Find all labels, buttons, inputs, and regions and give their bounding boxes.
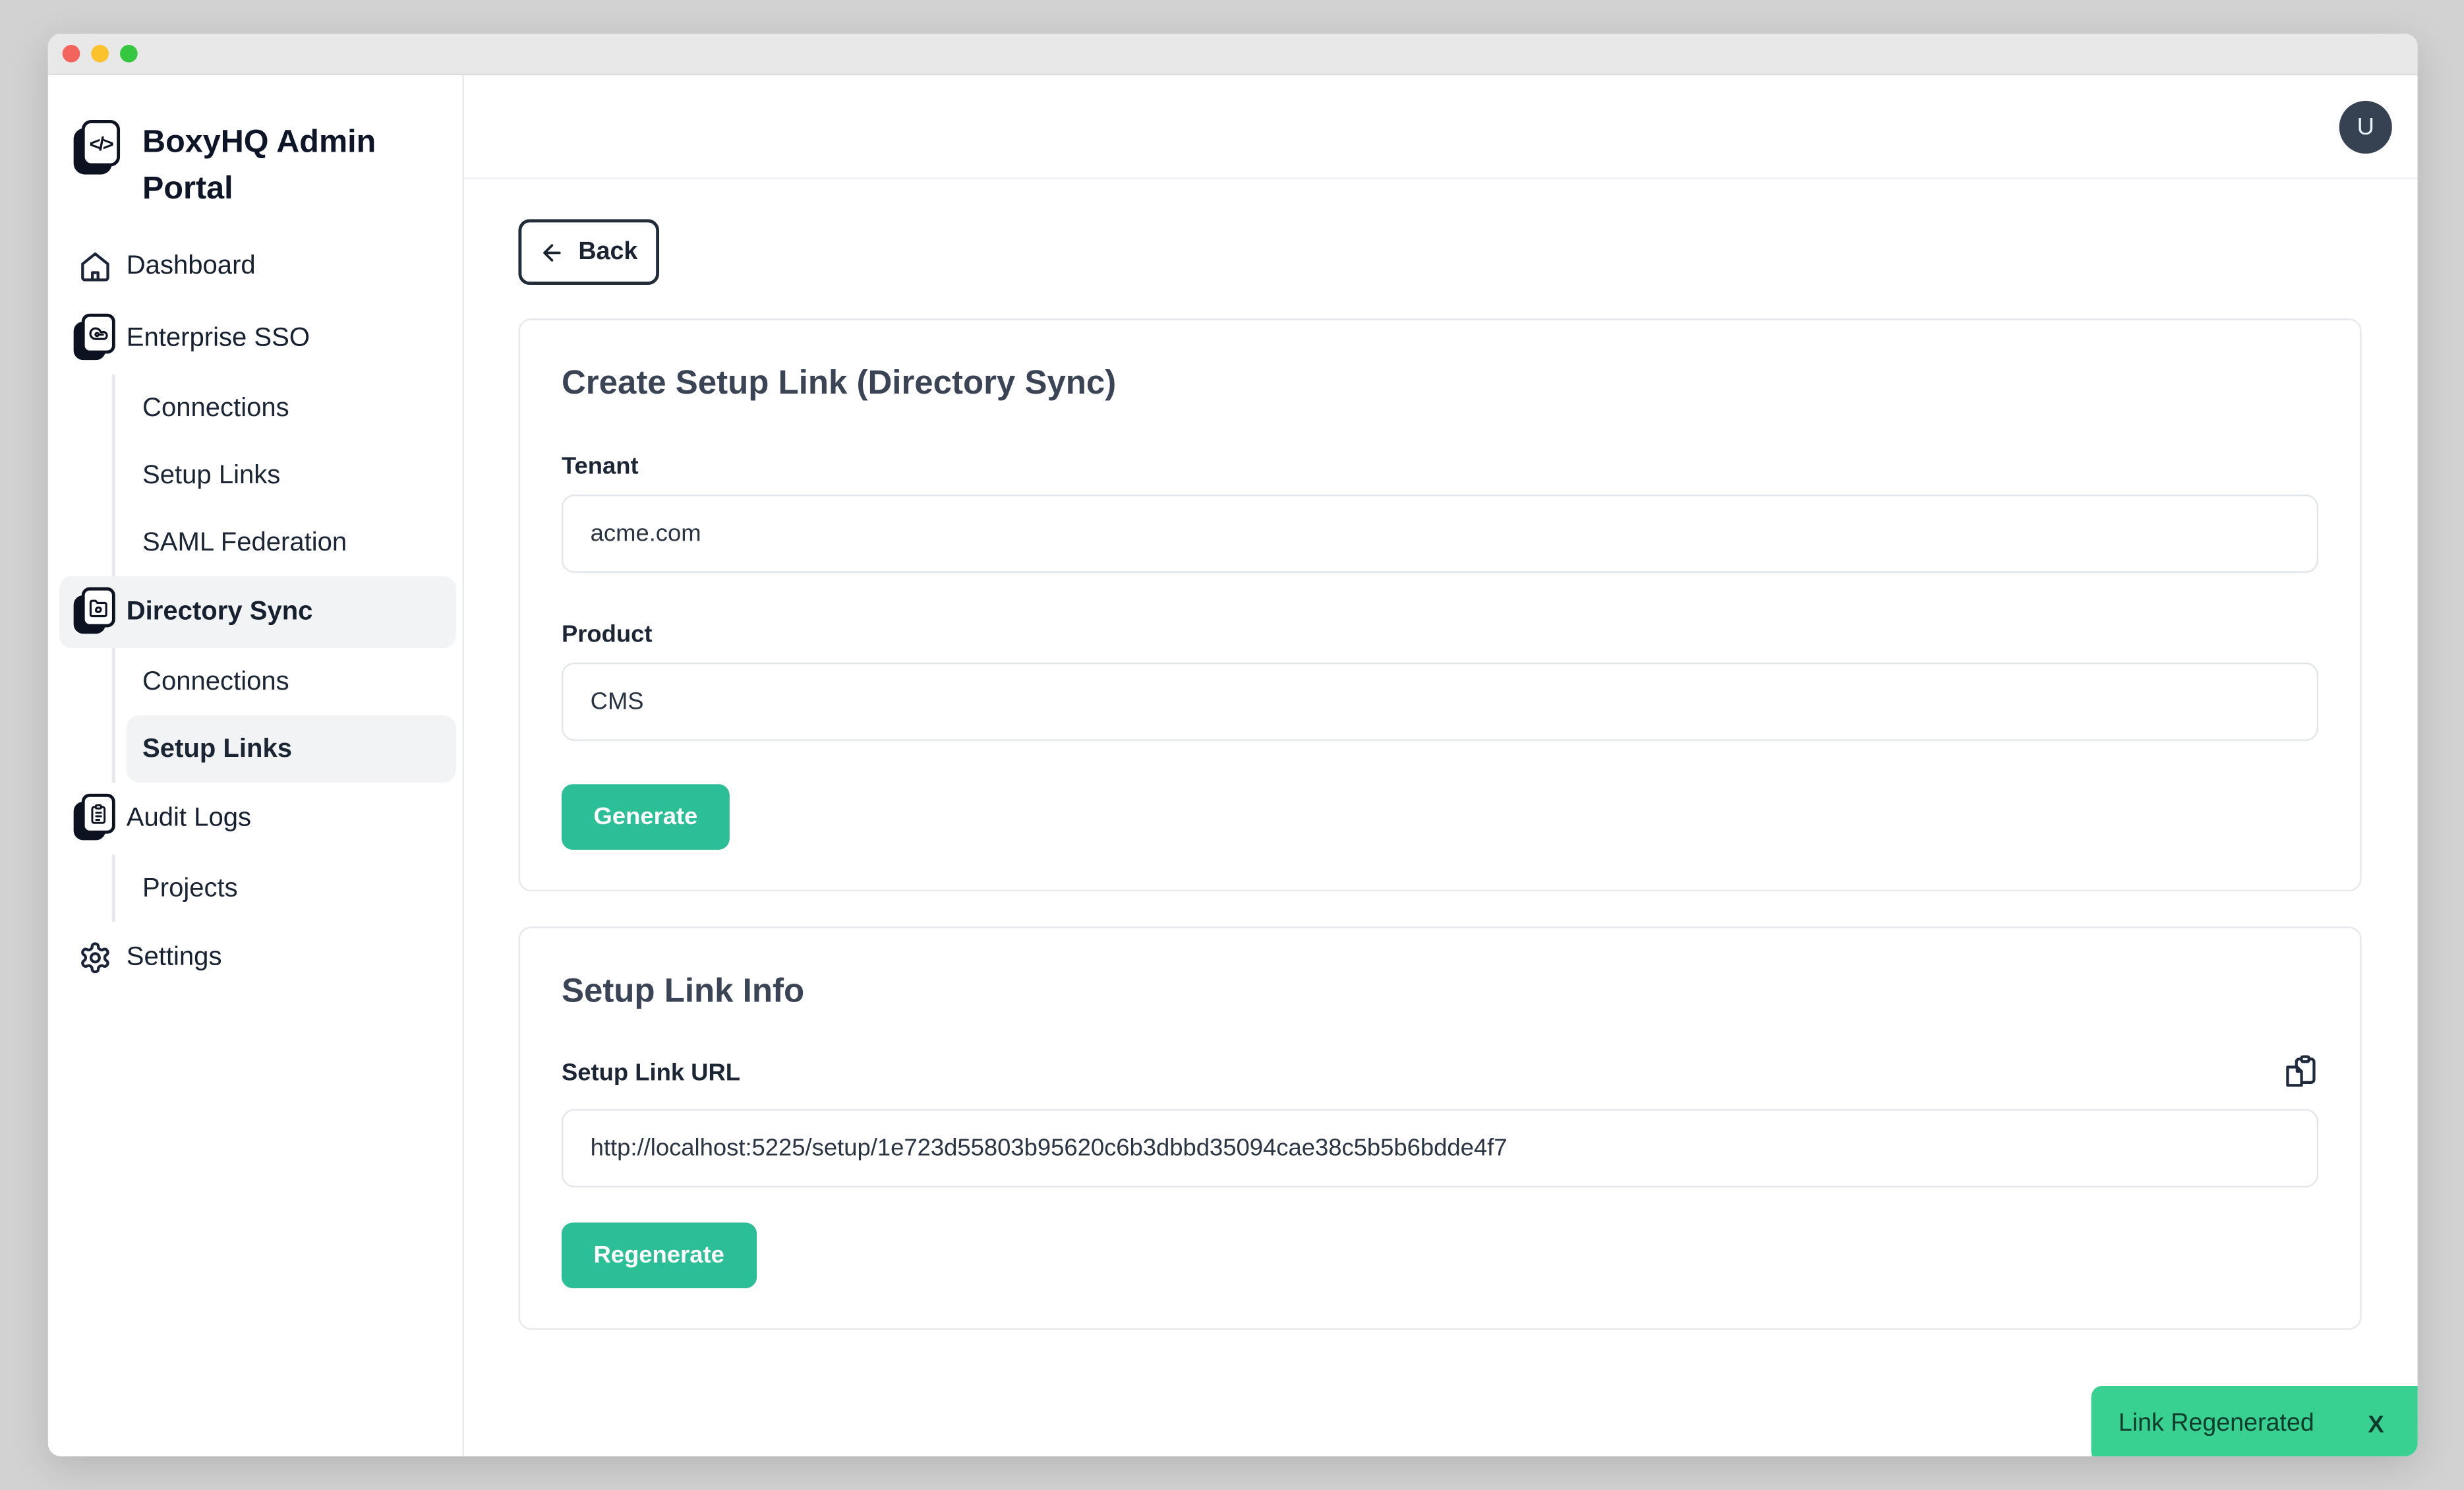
sidebar-item-saml-federation[interactable]: SAML Federation — [127, 509, 456, 576]
page-content: Back Create Setup Link (Directory Sync) … — [464, 179, 2418, 1330]
toast-close-button[interactable]: X — [2368, 1411, 2384, 1438]
copy-to-clipboard-icon[interactable] — [2283, 1055, 2318, 1090]
enterprise-sso-subnav: Connections Setup Links SAML Federation — [112, 374, 463, 576]
close-window-icon[interactable] — [63, 45, 80, 63]
arrow-left-icon — [540, 239, 566, 265]
toast-notification: Link Regenerated X — [2091, 1386, 2417, 1456]
product-input[interactable] — [562, 663, 2318, 741]
tenant-label: Tenant — [562, 453, 2318, 480]
sidebar-item-settings[interactable]: Settings — [59, 922, 456, 994]
sidebar: </> BoxyHQ Admin Portal — [48, 75, 464, 1456]
generate-button[interactable]: Generate — [562, 784, 730, 850]
brand-name: BoxyHQ Admin Portal — [142, 120, 376, 213]
sidebar-item-sso-setup-links[interactable]: Setup Links — [127, 442, 456, 509]
desktop-background: </> BoxyHQ Admin Portal — [0, 0, 2464, 1490]
gear-icon — [77, 941, 112, 974]
brand: </> BoxyHQ Admin Portal — [74, 120, 440, 213]
sidebar-item-sso-connections[interactable]: Connections — [127, 374, 456, 442]
audit-logs-subnav: Projects — [112, 854, 463, 922]
card-title: Create Setup Link (Directory Sync) — [562, 365, 2318, 403]
top-header: U — [464, 75, 2418, 179]
sidebar-item-projects[interactable]: Projects — [127, 854, 456, 922]
user-avatar[interactable]: U — [2339, 100, 2392, 153]
sidebar-item-dsync-connections[interactable]: Connections — [127, 648, 456, 715]
setup-link-info-card: Setup Link Info Setup Link URL — [518, 926, 2361, 1330]
sidebar-item-dashboard[interactable]: Dashboard — [59, 231, 456, 303]
back-label: Back — [578, 237, 637, 266]
sidebar-item-label: Audit Logs — [127, 803, 251, 833]
sidebar-item-audit-logs[interactable]: Audit Logs — [59, 783, 456, 854]
sidebar-item-dsync-setup-links[interactable]: Setup Links — [127, 715, 456, 783]
home-icon — [77, 250, 112, 283]
setup-link-url-label: Setup Link URL — [562, 1059, 740, 1086]
setup-link-url-input[interactable] — [562, 1109, 2318, 1187]
app-window: </> BoxyHQ Admin Portal — [48, 34, 2418, 1456]
sidebar-item-label: Settings — [127, 943, 222, 973]
toast-message: Link Regenerated — [2119, 1410, 2314, 1439]
create-setup-link-card: Create Setup Link (Directory Sync) Tenan… — [518, 318, 2361, 891]
sidebar-item-enterprise-sso[interactable]: Enterprise SSO — [59, 303, 456, 374]
card-title: Setup Link Info — [562, 973, 2318, 1011]
sso-cloud-key-icon — [77, 314, 112, 363]
audit-clipboard-icon — [77, 794, 112, 843]
window-titlebar — [48, 34, 2418, 75]
back-button[interactable]: Back — [518, 220, 659, 285]
minimize-window-icon[interactable] — [91, 45, 109, 63]
tenant-input[interactable] — [562, 494, 2318, 573]
directory-sync-subnav: Connections Setup Links — [112, 648, 463, 783]
directory-sync-folder-icon — [77, 587, 112, 637]
maximize-window-icon[interactable] — [120, 45, 138, 63]
sidebar-nav: Dashboard — [48, 231, 463, 994]
product-label: Product — [562, 621, 2318, 648]
sidebar-item-label: Dashboard — [127, 251, 256, 282]
sidebar-item-directory-sync[interactable]: Directory Sync — [59, 576, 456, 648]
sidebar-item-label: Enterprise SSO — [127, 323, 310, 353]
regenerate-button[interactable]: Regenerate — [562, 1222, 756, 1288]
boxyhq-logo-icon: </> — [74, 120, 122, 177]
main-area: U Back Create Setup Link (D — [464, 75, 2418, 1456]
setup-link-url-row: Setup Link URL — [562, 1055, 2318, 1090]
sidebar-item-label: Directory Sync — [127, 597, 313, 627]
